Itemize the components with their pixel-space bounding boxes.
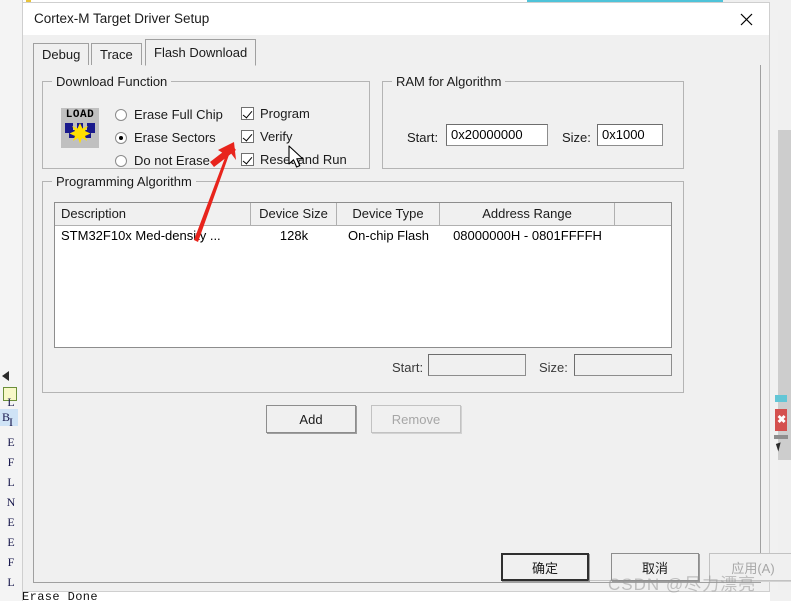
column-header-description[interactable]: Description xyxy=(55,203,251,225)
tab-flash-download[interactable]: Flash Download xyxy=(145,39,257,66)
background-right-error-badge: ✖ xyxy=(775,409,787,431)
ram-for-algorithm-group: RAM for Algorithm Start: 0x20000000 Size… xyxy=(382,74,684,169)
checkbox-reset-and-run-label: Reset and Run xyxy=(260,152,347,167)
cell-device-type: On-chip Flash xyxy=(348,228,429,243)
background-right-accent-chip xyxy=(775,395,787,402)
tab-trace[interactable]: Trace xyxy=(91,43,142,65)
cell-description: STM32F10x Med-density ... xyxy=(61,228,221,243)
watermark-line xyxy=(588,580,618,581)
load-icon: LOAD xyxy=(61,108,99,148)
column-header-device-size[interactable]: Device Size xyxy=(251,203,337,225)
radio-erase-sectors-label: Erase Sectors xyxy=(134,130,216,145)
cell-device-size: 128k xyxy=(279,228,309,243)
programming-algorithm-group-title: Programming Algorithm xyxy=(52,174,196,189)
programming-algorithm-table[interactable]: Description Device Size Device Type Addr… xyxy=(54,202,672,348)
background-letter: N xyxy=(6,495,16,509)
apply-button[interactable]: 应用(A) xyxy=(709,553,791,581)
tab-debug[interactable]: Debug xyxy=(33,43,90,65)
checkbox-program[interactable]: Program xyxy=(241,106,310,121)
background-letter: I xyxy=(9,415,13,429)
table-row[interactable]: STM32F10x Med-density ... 128k On-chip F… xyxy=(55,226,671,247)
cortex-m-target-driver-setup-dialog: Cortex-M Target Driver Setup Debug Trace… xyxy=(22,2,791,592)
add-button[interactable]: Add xyxy=(266,405,356,433)
checkbox-program-label: Program xyxy=(260,106,310,121)
background-letter: F xyxy=(7,555,15,569)
cell-address-range: 08000000H - 0801FFFFH xyxy=(453,228,602,243)
remove-button[interactable]: Remove xyxy=(371,405,461,433)
algo-size-label: Size: xyxy=(539,360,568,375)
ram-start-input[interactable]: 0x20000000 xyxy=(446,124,548,146)
radio-indicator xyxy=(115,108,127,121)
ram-for-algorithm-group-title: RAM for Algorithm xyxy=(392,74,506,89)
table-header-row: Description Device Size Device Type Addr… xyxy=(55,203,671,226)
ram-size-input[interactable]: 0x1000 xyxy=(597,124,663,146)
dialog-title: Cortex-M Target Driver Setup xyxy=(34,11,210,26)
radio-do-not-erase[interactable]: Do not Erase xyxy=(115,153,210,168)
checkbox-verify[interactable]: Verify xyxy=(241,129,293,144)
radio-do-not-erase-label: Do not Erase xyxy=(134,153,210,168)
background-letter: L xyxy=(7,395,15,409)
background-letter: E xyxy=(7,515,15,529)
checkbox-indicator xyxy=(241,107,254,120)
checkbox-indicator xyxy=(241,153,254,166)
column-header-device-type[interactable]: Device Type xyxy=(337,203,440,225)
cancel-button[interactable]: 取消 xyxy=(611,553,699,581)
column-header-spacer[interactable] xyxy=(615,203,671,225)
checkbox-verify-label: Verify xyxy=(260,129,293,144)
download-function-group-title: Download Function xyxy=(52,74,172,89)
ram-start-label: Start: xyxy=(407,130,439,145)
load-icon-label: LOAD xyxy=(65,109,95,121)
checkbox-indicator xyxy=(241,130,254,143)
radio-indicator xyxy=(115,154,127,167)
ok-button[interactable]: 确定 xyxy=(501,553,589,581)
background-play-arrow-icon xyxy=(2,371,9,381)
algo-start-label: Start: xyxy=(392,360,424,375)
background-right-divider xyxy=(774,435,788,439)
background-letter: E xyxy=(7,435,15,449)
background-left-letter-column: L I E F L N E E F L xyxy=(0,392,22,592)
radio-erase-full-chip-label: Erase Full Chip xyxy=(134,107,223,122)
radio-erase-full-chip[interactable]: Erase Full Chip xyxy=(115,107,223,122)
close-icon[interactable] xyxy=(724,3,769,35)
background-letter: L xyxy=(7,475,15,489)
algo-size-input[interactable] xyxy=(574,354,672,376)
background-error-glyph: ✖ xyxy=(777,414,787,426)
algo-start-input[interactable] xyxy=(428,354,526,376)
ram-size-label: Size: xyxy=(562,130,591,145)
background-letter: E xyxy=(7,535,15,549)
column-header-address-range[interactable]: Address Range xyxy=(440,203,615,225)
download-function-group: Download Function LOAD Erase Full Chip E… xyxy=(42,74,370,169)
flash-download-panel: Download Function LOAD Erase Full Chip E… xyxy=(33,65,761,583)
tab-bar: Debug Trace Flash Download xyxy=(33,39,761,66)
background-letter: L xyxy=(7,575,15,589)
radio-indicator xyxy=(115,131,127,144)
dialog-titlebar: Cortex-M Target Driver Setup xyxy=(23,3,769,35)
cell-spacer xyxy=(615,226,671,247)
checkbox-reset-and-run[interactable]: Reset and Run xyxy=(241,152,347,167)
radio-erase-sectors[interactable]: Erase Sectors xyxy=(115,130,216,145)
background-letter: F xyxy=(7,455,15,469)
background-status-text: Erase Done xyxy=(22,590,99,604)
programming-algorithm-group: Programming Algorithm Description Device… xyxy=(42,174,684,393)
